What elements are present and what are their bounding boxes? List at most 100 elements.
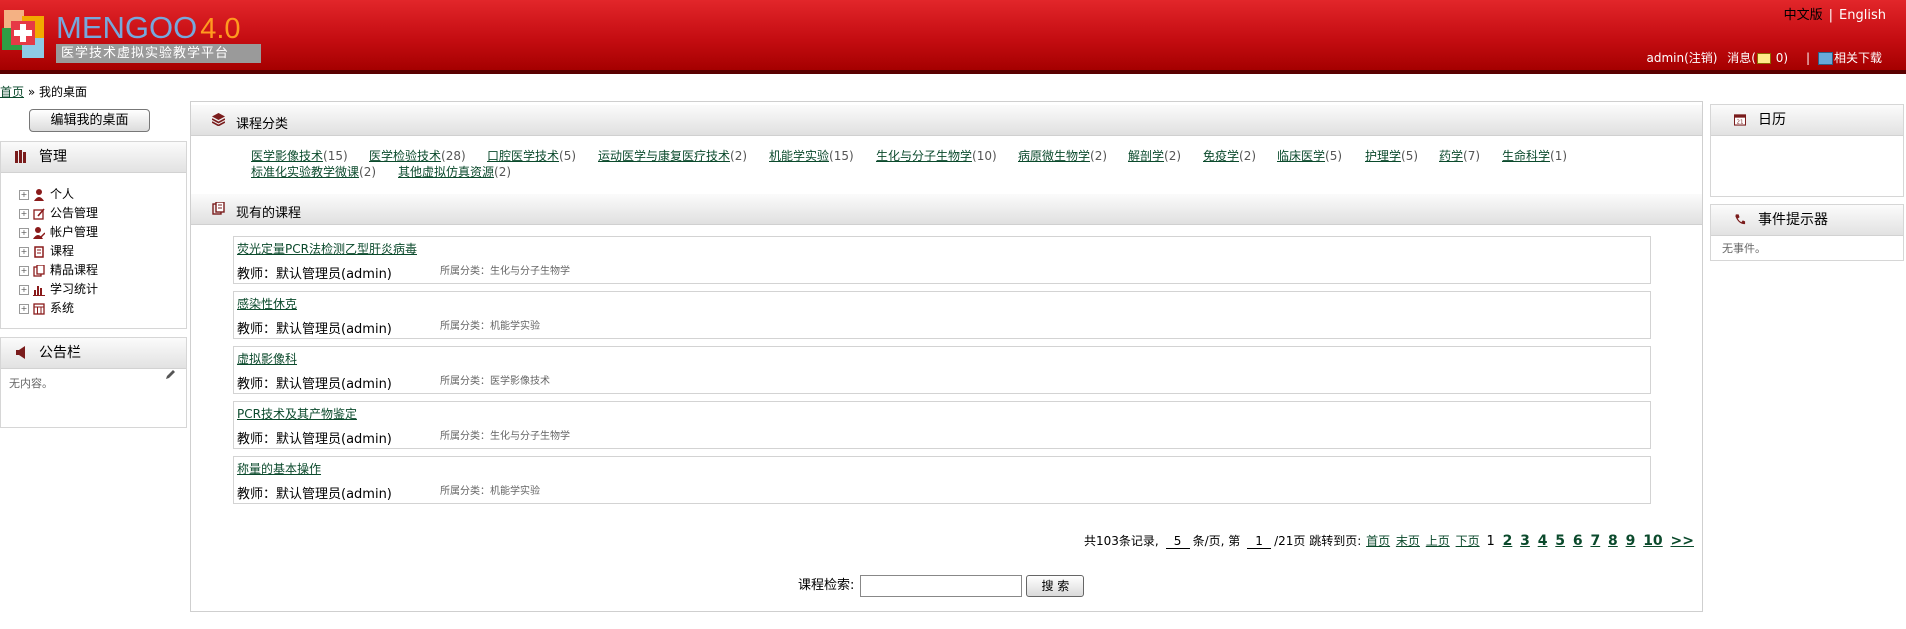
page-link[interactable]: 9 xyxy=(1626,533,1636,549)
messages-link[interactable]: 消息( 0) xyxy=(1727,51,1788,65)
category-link[interactable]: 其他虚拟仿真资源(2) xyxy=(398,163,511,180)
events-title: 事件提示器 xyxy=(1758,212,1828,228)
events-panel: 事件提示器 无事件。 xyxy=(1710,204,1904,261)
page-link[interactable]: 7 xyxy=(1590,533,1600,549)
course-category: 所属分类：机能学实验 xyxy=(440,321,540,332)
expand-icon[interactable]: + xyxy=(19,303,29,314)
svg-text:21: 21 xyxy=(1736,120,1743,126)
logo-subtitle: 医学技术虚拟实验教学平台 xyxy=(56,44,261,63)
pagination: 共103条记录, 5 条/页, 第 1/21页 跳转到页: 首页 末页 上页 下页… xyxy=(1084,533,1694,549)
current-page: 1 xyxy=(1486,534,1495,549)
lang-english-link[interactable]: English xyxy=(1839,8,1886,23)
pager-total: 共103条记录, xyxy=(1084,534,1159,548)
category-link[interactable]: 医学检验技术(28) xyxy=(369,147,466,164)
more-pages-link[interactable]: >> xyxy=(1671,533,1694,549)
page-link[interactable]: 2 xyxy=(1503,533,1513,549)
tree-item-accounts[interactable]: + 帐户管理 xyxy=(19,223,98,241)
next-page-link[interactable]: 下页 xyxy=(1456,534,1480,548)
first-page-link[interactable]: 首页 xyxy=(1366,534,1390,548)
page-link[interactable]: 3 xyxy=(1520,533,1530,549)
main-content: 课程分类 医学影像技术(15) 医学检验技术(28) 口腔医学技术(5) 运动医… xyxy=(190,101,1703,612)
mail-icon xyxy=(1756,53,1771,64)
category-link[interactable]: 医学影像技术(15) xyxy=(251,147,348,164)
expand-icon[interactable]: + xyxy=(19,208,29,219)
page-link[interactable]: 6 xyxy=(1573,533,1583,549)
bulletin-title: 公告栏 xyxy=(39,345,81,361)
lang-chinese-link[interactable]: 中文版 xyxy=(1784,8,1823,23)
category-link[interactable]: 临床医学(5) xyxy=(1277,147,1342,164)
course-category: 所属分类：医学影像技术 xyxy=(440,376,550,387)
bulletin-empty-text: 无内容。 xyxy=(9,377,53,390)
search-input[interactable] xyxy=(860,574,1023,597)
pencil-icon[interactable] xyxy=(165,369,176,383)
language-switch: 中文版 | English xyxy=(1783,8,1886,23)
course-teacher: 教师：默认管理员(admin) xyxy=(237,322,392,337)
tree-item-announcements[interactable]: + 公告管理 xyxy=(19,204,98,222)
page-link[interactable]: 10 xyxy=(1643,533,1662,549)
category-link[interactable]: 标准化实验教学微课(2) xyxy=(251,163,376,180)
page-link[interactable]: 8 xyxy=(1608,533,1618,549)
tree-item-featured-courses[interactable]: + 精品课程 xyxy=(19,261,98,279)
user-edit-icon xyxy=(33,226,45,239)
tree-item-system[interactable]: + 系统 xyxy=(19,299,74,317)
course-card: 虚拟影像科 教师：默认管理员(admin) 所属分类：医学影像技术 xyxy=(233,346,1651,394)
user-logout-link[interactable]: admin(注销) xyxy=(1646,51,1717,65)
category-title: 课程分类 xyxy=(236,117,289,132)
course-title-link[interactable]: 虚拟影像科 xyxy=(237,350,297,367)
expand-icon[interactable]: + xyxy=(19,227,29,238)
book-stack-icon xyxy=(212,202,225,215)
breadcrumb-home-link[interactable]: 首页 xyxy=(0,85,24,99)
category-link[interactable]: 解剖学(2) xyxy=(1128,147,1181,164)
breadcrumb: 首页 » 我的桌面 xyxy=(0,85,88,99)
category-link[interactable]: 免疫学(2) xyxy=(1203,147,1256,164)
books-icon xyxy=(15,150,26,163)
course-title-link[interactable]: 荧光定量PCR法检测乙型肝炎病毒 xyxy=(237,240,417,257)
expand-icon[interactable]: + xyxy=(19,246,29,257)
person-icon xyxy=(34,188,44,201)
search-button[interactable]: 搜 索 xyxy=(1026,574,1085,597)
logo-icon xyxy=(0,8,54,62)
user-bar: admin(注销) 消息( 0) | 相关下载 xyxy=(1646,51,1882,65)
last-page-link[interactable]: 末页 xyxy=(1396,534,1420,548)
category-link[interactable]: 病原微生物学(2) xyxy=(1018,147,1107,164)
category-link[interactable]: 运动医学与康复医疗技术(2) xyxy=(598,147,747,164)
course-title-link[interactable]: PCR技术及其产物鉴定 xyxy=(237,405,357,422)
category-link[interactable]: 机能学实验(15) xyxy=(769,147,854,164)
page-input[interactable]: 1 xyxy=(1247,534,1272,549)
course-title-link[interactable]: 感染性休克 xyxy=(237,295,297,312)
page-link[interactable]: 5 xyxy=(1555,533,1565,549)
expand-icon[interactable]: + xyxy=(19,189,29,200)
search-label: 课程检索: xyxy=(798,578,855,593)
course-card: 称量的基本操作 教师：默认管理员(admin) 所属分类：机能学实验 xyxy=(233,456,1651,504)
prev-page-link[interactable]: 上页 xyxy=(1426,534,1450,548)
bar-chart-icon xyxy=(33,285,45,296)
course-title-link[interactable]: 称量的基本操作 xyxy=(237,460,321,477)
category-link[interactable]: 药学(7) xyxy=(1439,147,1480,164)
tree-item-courses[interactable]: + 课程 xyxy=(19,242,74,260)
calendar-icon: 21 xyxy=(1734,114,1746,126)
logo-version: 4.0 xyxy=(200,13,241,45)
category-link[interactable]: 生化与分子生物学(10) xyxy=(876,147,997,164)
expand-icon[interactable]: + xyxy=(19,265,29,276)
course-card: 感染性休克 教师：默认管理员(admin) 所属分类：机能学实验 xyxy=(233,291,1651,339)
manage-panel: 管理 + 个人 + 公告管理 + 帐户管理 + 课程 + 精品课程 + 学习统计 + 系统 xyxy=(0,141,187,329)
category-section-header: 课程分类 xyxy=(191,105,1702,136)
per-page-input[interactable]: 5 xyxy=(1165,534,1190,549)
downloads-link[interactable]: 相关下载 xyxy=(1834,51,1882,65)
category-link[interactable]: 护理学(5) xyxy=(1365,147,1418,164)
tree-item-personal[interactable]: + 个人 xyxy=(19,185,74,203)
calendar-grid-icon xyxy=(33,302,45,315)
course-teacher: 教师：默认管理员(admin) xyxy=(237,377,392,392)
page-link[interactable]: 4 xyxy=(1538,533,1548,549)
bulletin-panel: 公告栏 无内容。 xyxy=(0,337,187,428)
category-link[interactable]: 口腔医学技术(5) xyxy=(487,147,576,164)
category-link[interactable]: 生命科学(1) xyxy=(1502,147,1567,164)
tree-item-statistics[interactable]: + 学习统计 xyxy=(19,280,98,298)
megaphone-icon xyxy=(16,346,25,359)
layers-icon xyxy=(212,113,225,126)
course-category: 所属分类：机能学实验 xyxy=(440,486,540,497)
course-teacher: 教师：默认管理员(admin) xyxy=(237,267,392,282)
edit-desktop-button[interactable]: 编辑我的桌面 xyxy=(29,109,150,132)
course-teacher: 教师：默认管理员(admin) xyxy=(237,487,392,502)
expand-icon[interactable]: + xyxy=(19,284,29,295)
